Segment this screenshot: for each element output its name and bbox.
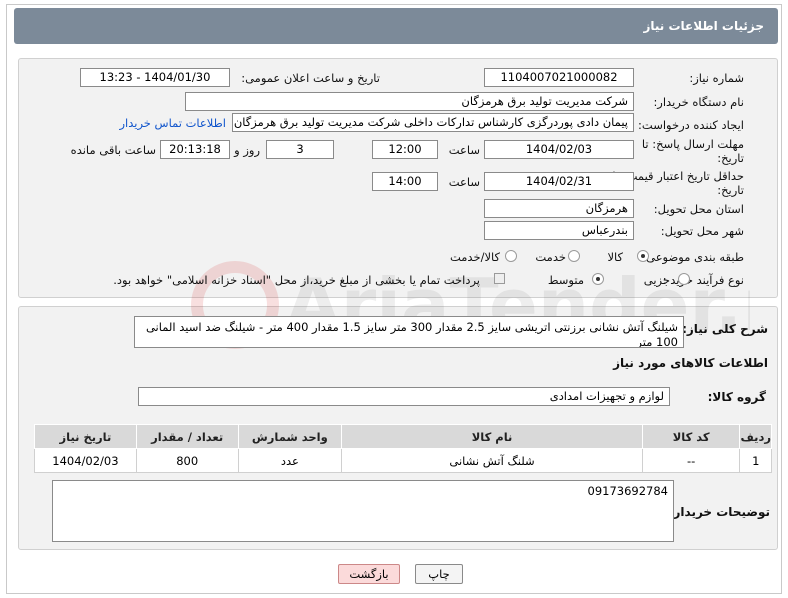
- deadline-date-field: 1404/02/03: [484, 140, 634, 159]
- remaining-time-field: 20:13:18: [160, 140, 230, 159]
- col-qty: تعداد / مقدار: [135, 424, 239, 449]
- page-title: جزئیات اطلاعات نیاز: [643, 19, 764, 33]
- goods-group-field: لوازم و تجهیزات امدادی: [138, 387, 670, 406]
- min-validity-date-field: 1404/02/31: [484, 172, 634, 191]
- city-label: شهر محل تحویل:: [660, 224, 744, 238]
- process-label: نوع فرآیند خرید :: [662, 273, 744, 287]
- city-field: بندرعباس: [484, 221, 634, 240]
- goods-section-title: اطلاعات کالاهای مورد نیاز: [613, 356, 768, 370]
- goods-group-label: گروه کالا:: [707, 390, 766, 404]
- need-number-label: شماره نیاز:: [689, 71, 744, 85]
- col-code: کد کالا: [641, 424, 741, 449]
- creator-field: پیمان دادی پوردرگزی کارشناس تدارکات داخل…: [232, 113, 634, 132]
- goods-table: ردیف کد کالا نام کالا واحد شمارش تعداد /…: [34, 424, 772, 473]
- cell-unit: عدد: [237, 448, 343, 473]
- cell-qty: 800: [135, 448, 239, 473]
- min-validity-time-label: ساعت: [448, 175, 480, 189]
- category-option-both: کالا/خدمت: [449, 250, 500, 264]
- cell-code: --: [641, 448, 741, 473]
- print-button[interactable]: چاپ: [415, 564, 463, 584]
- buyer-org-field: شرکت مدیریت تولید برق هرمزگان: [185, 92, 634, 111]
- buyer-notes-textarea[interactable]: 09173692784: [52, 480, 674, 542]
- back-button[interactable]: بازگشت: [338, 564, 400, 584]
- cell-row: 1: [739, 448, 772, 473]
- announce-label: تاریخ و ساعت اعلان عمومی:: [241, 71, 380, 85]
- cell-name: شلنگ آتش نشانی: [341, 448, 643, 473]
- days-field: 3: [266, 140, 334, 159]
- process-option-minor: جزیی: [643, 273, 670, 287]
- category-option-goods: کالا: [607, 250, 623, 264]
- buyer-org-label: نام دستگاه خریدار:: [653, 95, 744, 109]
- category-radio-both[interactable]: [505, 250, 517, 262]
- goods-table-header: ردیف کد کالا نام کالا واحد شمارش تعداد /…: [34, 424, 772, 449]
- announce-field: 1404/01/30 - 13:23: [80, 68, 230, 87]
- description-label: شرح کلی نیاز:: [682, 322, 768, 336]
- need-number-field: 1104007021000082: [484, 68, 634, 87]
- payment-note: پرداخت تمام یا بخشی از مبلغ خرید،از محل …: [113, 273, 480, 287]
- treasury-checkbox[interactable]: [494, 273, 505, 284]
- min-validity-time-field: 14:00: [372, 172, 438, 191]
- category-label: طبقه بندی موضوعی:: [642, 250, 744, 264]
- process-radio-medium[interactable]: [592, 273, 604, 285]
- category-radio-goods[interactable]: [637, 250, 649, 262]
- header-bar: جزئیات اطلاعات نیاز: [14, 8, 778, 44]
- col-date: تاریخ نیاز: [34, 424, 137, 449]
- days-label: روز و: [234, 143, 260, 157]
- category-option-service: خدمت: [535, 250, 566, 264]
- category-radio-service[interactable]: [568, 250, 580, 262]
- cell-date: 1404/02/03: [34, 448, 137, 473]
- province-label: استان محل تحویل:: [653, 202, 744, 216]
- deadline-label: مهلت ارسال پاسخ: تا تاریخ:: [641, 137, 744, 165]
- col-name: نام کالا: [341, 424, 643, 449]
- buyer-notes-label: توضیحات خریدار:: [668, 505, 770, 519]
- col-unit: واحد شمارش: [237, 424, 343, 449]
- deadline-time-label: ساعت: [448, 143, 480, 157]
- deadline-time-field: 12:00: [372, 140, 438, 159]
- province-field: هرمزگان: [484, 199, 634, 218]
- process-radio-minor[interactable]: [678, 273, 690, 285]
- table-row: 1 -- شلنگ آتش نشانی عدد 800 1404/02/03: [34, 448, 772, 473]
- process-option-medium: متوسط: [547, 273, 584, 287]
- description-textarea[interactable]: شیلنگ آتش نشانی برزنتی اتریشی سایز 2.5 م…: [134, 316, 684, 348]
- remaining-label: ساعت باقی مانده: [70, 143, 156, 157]
- buyer-contact-link[interactable]: اطلاعات تماس خریدار: [119, 116, 226, 130]
- col-row: ردیف: [739, 424, 772, 449]
- creator-label: ایجاد کننده درخواست:: [638, 118, 744, 132]
